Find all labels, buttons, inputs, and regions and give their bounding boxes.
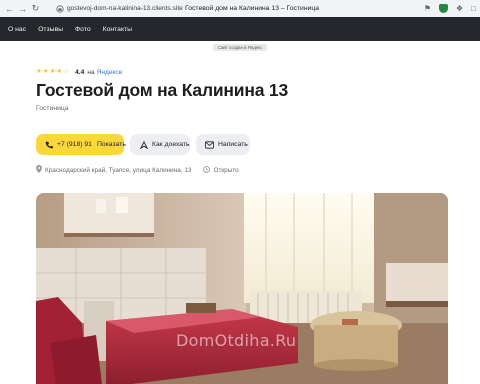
nav-item-reviews[interactable]: Отзывы — [38, 26, 63, 33]
phone-number-partial: +7 (918) 91 — [57, 141, 92, 148]
star-icon: ★ — [49, 68, 56, 76]
location-pin-icon — [36, 165, 42, 175]
translate-icon[interactable]: □ — [471, 4, 476, 13]
clock-icon — [203, 165, 211, 175]
route-icon — [139, 140, 148, 149]
phone-icon — [45, 140, 53, 149]
show-phone-button[interactable]: +7 (918) 91 Показать — [36, 134, 126, 155]
half-star-icon: ☆ — [63, 68, 70, 76]
hotel-room-photo[interactable] — [36, 193, 448, 384]
address-text[interactable]: Краснодарский край, Туапсе, улица Калини… — [45, 167, 191, 174]
created-with-text[interactable]: Сайт создан в Яндекс — [212, 43, 268, 51]
shield-extension-icon[interactable]: ✓ — [438, 4, 448, 13]
nav-item-about[interactable]: О нас — [8, 26, 26, 33]
page-title: Гостевой дом на Калинина 13 — [36, 80, 288, 100]
site-info-icon[interactable] — [56, 4, 64, 13]
photo-watermark: DomOtdiha.Ru — [176, 331, 297, 350]
forward-arrow-icon[interactable]: → — [16, 2, 29, 15]
browser-toolbar: ← → ↻ gostevoj-dom-na-kalinina-13.client… — [0, 0, 480, 17]
url-text[interactable]: gostevoj-dom-na-kalinina-13.clients.site — [67, 5, 183, 12]
page-tab-title: Гостевой дом на Калинина 13 – Гостиница — [185, 5, 320, 12]
business-category: Гостиница — [36, 105, 69, 112]
reload-icon[interactable]: ↻ — [29, 2, 42, 15]
rating-on-label: на — [87, 69, 95, 76]
star-icon: ★ — [56, 68, 63, 76]
bookmark-icon[interactable]: ⚑ — [424, 4, 431, 13]
write-button[interactable]: Написать — [196, 134, 250, 155]
nav-item-contacts[interactable]: Контакты — [103, 26, 132, 33]
rating-summary: ★ ★ ★ ★ ☆ 4.4 на Яндексе — [36, 69, 122, 76]
address-bar[interactable]: gostevoj-dom-na-kalinina-13.clients.site — [56, 2, 184, 15]
nav-item-photos[interactable]: Фото — [75, 26, 91, 33]
show-phone-label: Показать — [96, 141, 126, 148]
site-navigation: О нас Отзывы Фото Контакты — [0, 17, 480, 41]
route-label: Как доехать — [152, 141, 190, 148]
rating-score: 4.4 — [75, 69, 85, 76]
back-arrow-icon[interactable]: ← — [3, 2, 16, 15]
rating-stars: ★ ★ ★ ★ ☆ — [36, 69, 69, 76]
star-icon: ★ — [36, 68, 42, 76]
extensions-puzzle-icon[interactable]: ❖ — [456, 4, 463, 13]
route-button[interactable]: Как доехать — [130, 134, 190, 155]
rating-source-link[interactable]: Яндексе — [97, 69, 123, 76]
write-label: Написать — [218, 141, 248, 148]
envelope-icon — [205, 140, 214, 149]
address-row: Краснодарский край, Туапсе, улица Калини… — [36, 165, 239, 175]
created-with-banner: Сайт создан в Яндекс — [0, 41, 480, 53]
star-icon: ★ — [42, 68, 49, 76]
open-status: Открыто — [213, 166, 239, 174]
room-illustration — [36, 193, 448, 384]
